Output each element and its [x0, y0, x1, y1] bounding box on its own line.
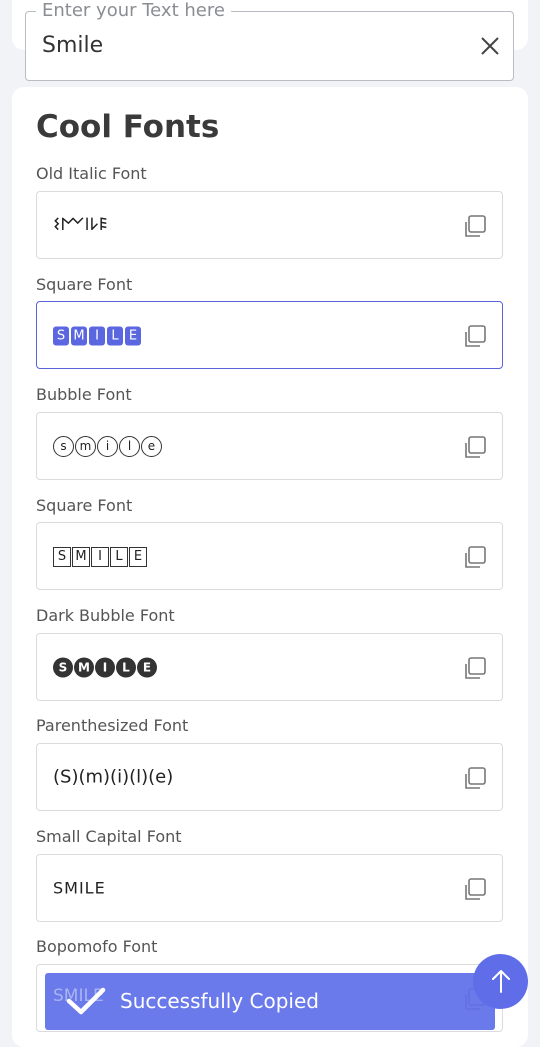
letter-circle: s	[53, 436, 74, 457]
font-output-text: SMILE	[53, 545, 148, 567]
letter-box: I	[91, 547, 109, 567]
copy-icon[interactable]	[462, 877, 488, 903]
font-label-old-italic: Old Italic Font	[36, 164, 147, 183]
letter-circle: m	[75, 436, 96, 457]
font-output-square-outline[interactable]: SMILE	[36, 522, 503, 590]
font-output-parenthesized[interactable]: (S)(m)(i)(l)(e)	[36, 743, 503, 811]
check-icon	[66, 987, 106, 1015]
copied-toast: SMILE Successfully Copied	[45, 973, 495, 1030]
font-output-dark-bubble[interactable]: SMILE	[36, 633, 503, 701]
letter-box: S	[53, 547, 71, 567]
text-input-label: Enter your Text here	[36, 0, 231, 22]
font-output-old-italic[interactable]: 𐌔𐌌𐌉𐌋𐌄	[36, 191, 503, 259]
letter-box: M	[71, 326, 87, 346]
font-output-small-capital[interactable]: SMILE	[36, 854, 503, 922]
letter-box: L	[107, 326, 123, 346]
cool-fonts-card: Cool Fonts Old Italic Font 𐌔𐌌𐌉𐌋𐌄 Square …	[12, 87, 528, 1047]
font-label-square-filled: Square Font	[36, 275, 133, 294]
letter-circle: i	[97, 436, 118, 457]
letter-box: I	[89, 326, 105, 346]
letter-circle: e	[141, 436, 162, 457]
letter-box: L	[110, 547, 128, 567]
scroll-to-top-button[interactable]	[473, 954, 528, 1009]
letter-box: M	[72, 547, 90, 567]
copy-icon[interactable]	[462, 214, 488, 240]
text-input-field[interactable]: Enter your Text here Smile	[25, 0, 514, 81]
arrow-up-icon	[492, 970, 510, 993]
font-output-text: SMILE	[53, 325, 143, 346]
letter-box: S	[53, 326, 69, 346]
letter-box: E	[125, 326, 141, 346]
font-output-text: SMILE	[53, 657, 158, 678]
font-output-text: smile	[53, 435, 163, 457]
close-icon[interactable]	[479, 35, 501, 57]
copy-icon[interactable]	[462, 324, 488, 350]
font-output-bubble[interactable]: smile	[36, 412, 503, 480]
text-input-value[interactable]: Smile	[42, 33, 103, 58]
font-output-text: (S)(m)(i)(l)(e)	[53, 766, 174, 788]
letter-circle: L	[116, 657, 136, 678]
copy-icon[interactable]	[462, 766, 488, 792]
font-label-small-capital: Small Capital Font	[36, 827, 182, 846]
font-label-parenthesized: Parenthesized Font	[36, 716, 189, 735]
font-label-bubble: Bubble Font	[36, 385, 132, 404]
section-title: Cool Fonts	[36, 109, 220, 145]
font-output-text: SMILE	[53, 878, 106, 898]
copy-icon[interactable]	[462, 545, 488, 571]
font-output-square-filled[interactable]: SMILE	[36, 301, 503, 369]
toast-message: Successfully Copied	[120, 989, 319, 1013]
font-output-text: 𐌔𐌌𐌉𐌋𐌄	[53, 215, 109, 235]
copy-icon[interactable]	[462, 656, 488, 682]
letter-circle: l	[119, 436, 140, 457]
letter-circle: S	[53, 657, 73, 678]
font-label-square-outline: Square Font	[36, 496, 133, 515]
font-label-dark-bubble: Dark Bubble Font	[36, 606, 175, 625]
letter-circle: M	[74, 657, 94, 678]
letter-circle: I	[95, 657, 115, 678]
copy-icon[interactable]	[462, 435, 488, 461]
font-label-bopomofo: Bopomofo Font	[36, 937, 158, 956]
letter-circle: E	[137, 657, 157, 678]
letter-box: E	[129, 547, 147, 567]
